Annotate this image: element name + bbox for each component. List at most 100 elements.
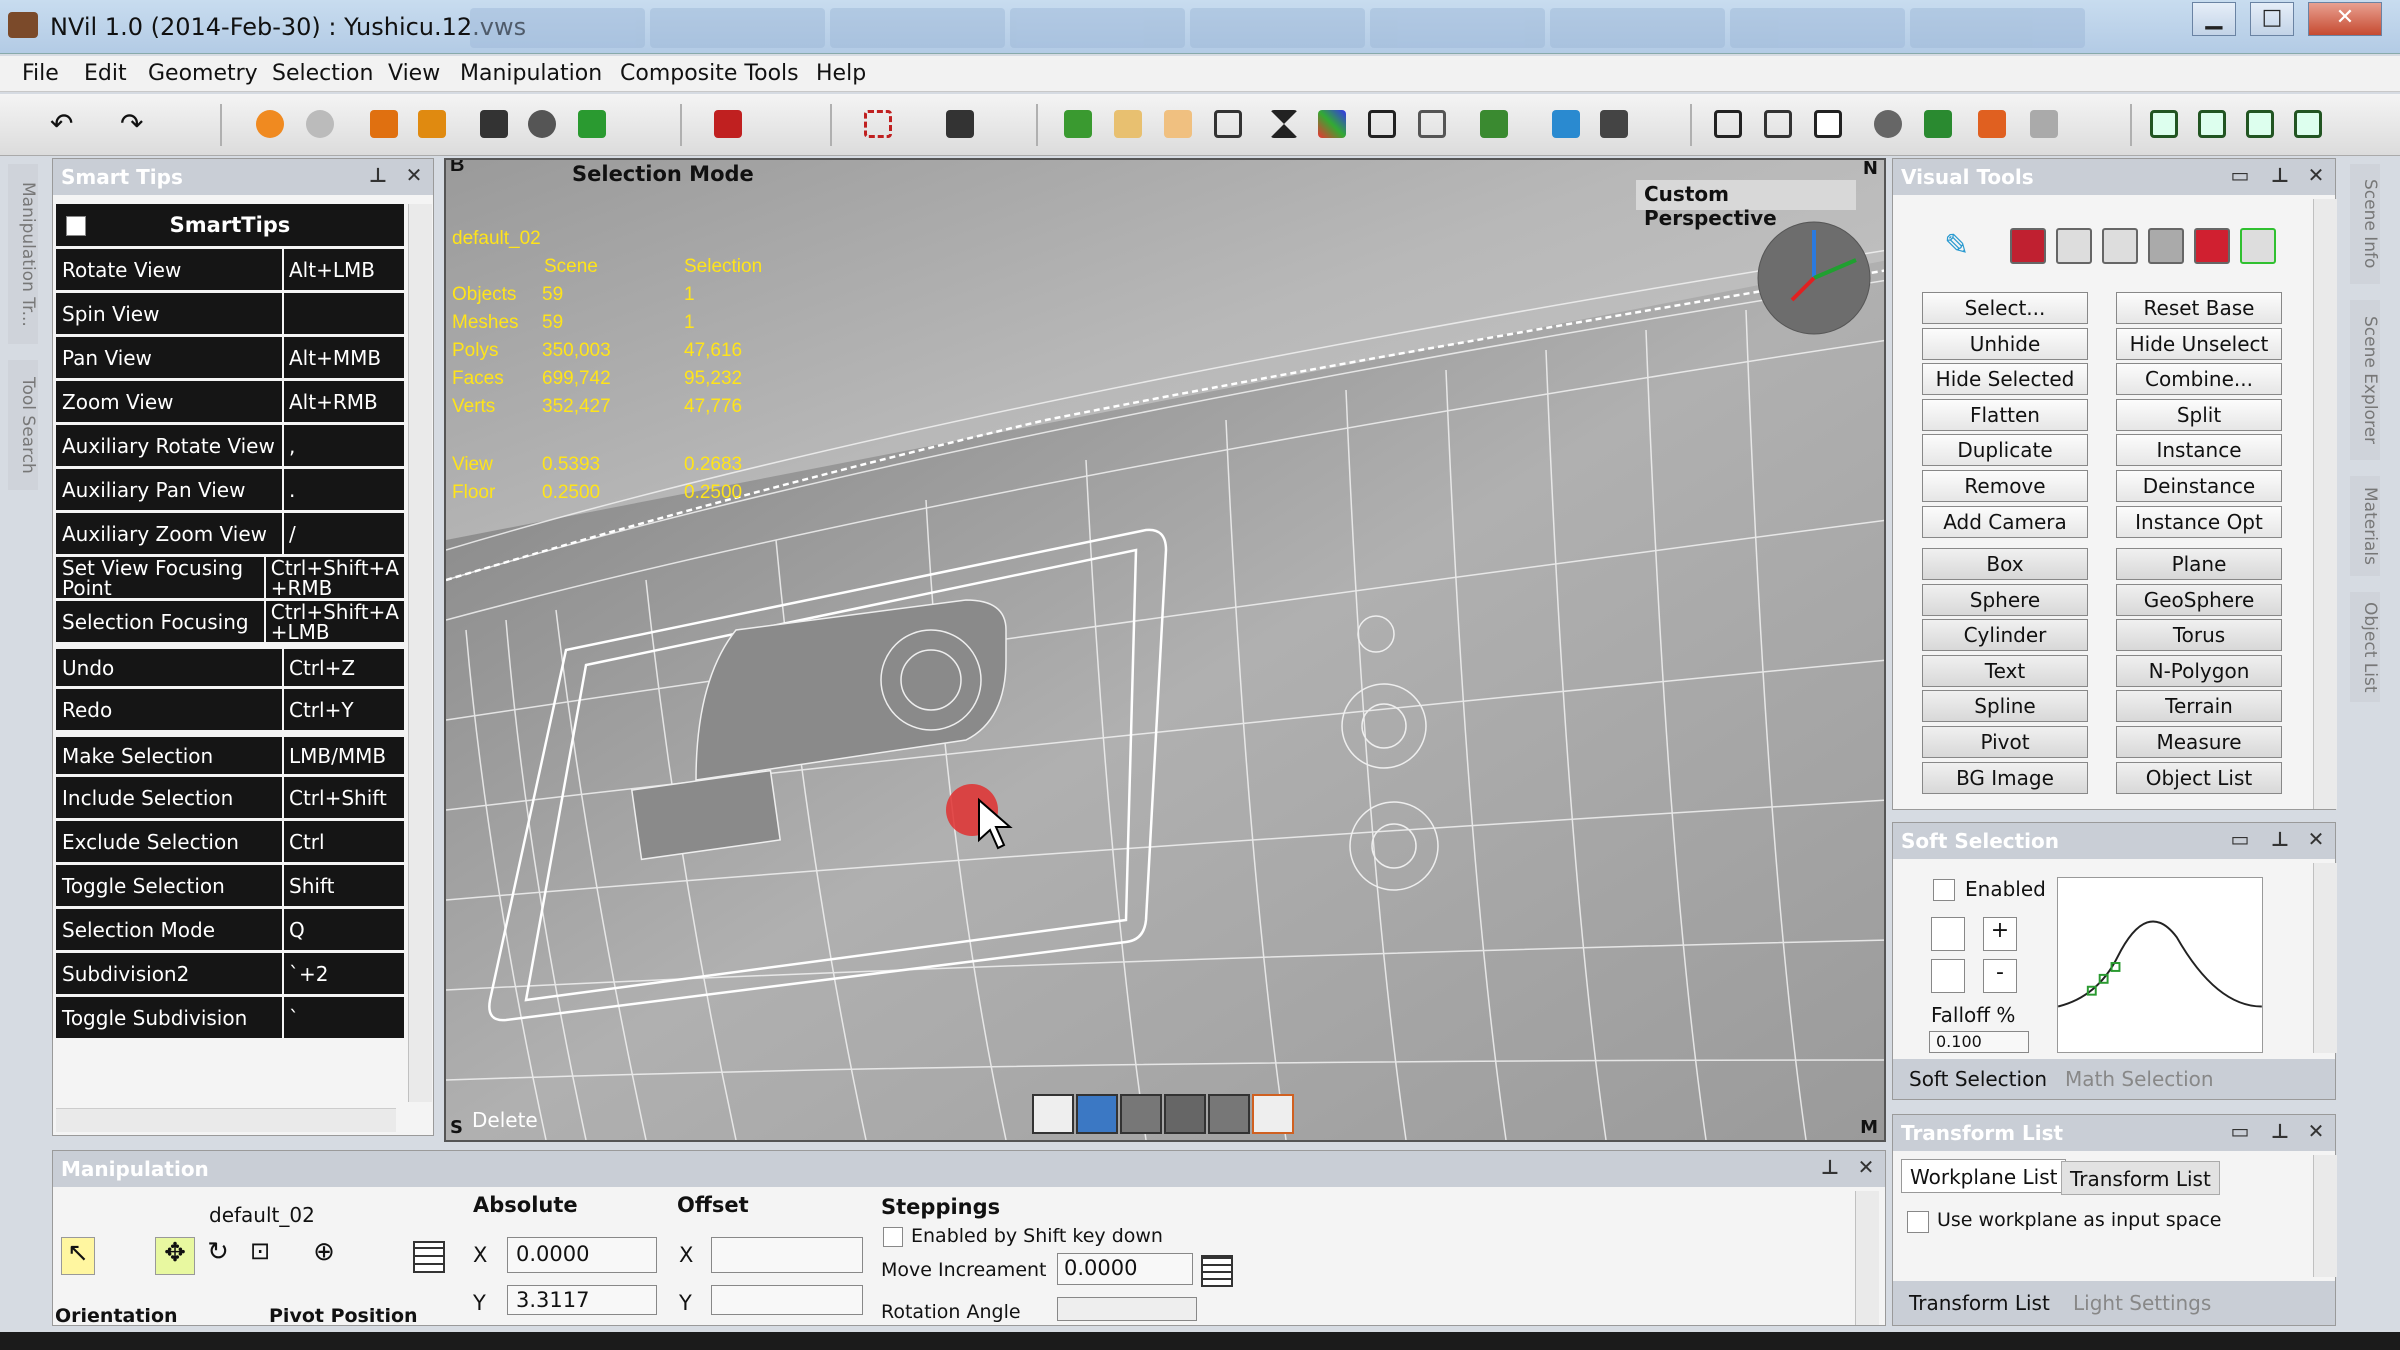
undo-icon[interactable]: ↶ [50,110,78,138]
fire-icon[interactable] [1978,110,2006,138]
pin-icon[interactable] [1600,110,1628,138]
subdiv-toggle-icon[interactable] [1208,1094,1250,1134]
wire-cube-icon[interactable] [2056,228,2092,264]
grid-snap-icon[interactable] [413,1241,445,1273]
save-as-icon[interactable] [2198,110,2226,138]
smart-tip-row[interactable]: Auxiliary Zoom View / [56,510,404,554]
pen-icon[interactable]: ✎ [1944,228,1980,264]
smart-tip-row[interactable]: Selection Focusing Ctrl+Shift+A +LMB [56,598,404,642]
scale-icon[interactable]: ⊡ [243,1237,277,1275]
smart-tips-scrollbar[interactable] [408,204,432,1102]
visual-tool-button[interactable]: Duplicate [1922,434,2088,467]
side-tab-manipulation[interactable]: Manipulation Tr... [8,164,38,344]
minimize-button[interactable]: ▁ [2192,2,2236,36]
pivot-icon[interactable]: ⊕ [307,1237,341,1275]
import-icon[interactable] [2294,110,2322,138]
image-toggle-icon[interactable] [1252,1094,1294,1134]
smart-tip-row[interactable]: Spin View [56,290,404,334]
shade-toggle-icon[interactable] [1076,1094,1118,1134]
visual-tools-scrollbar[interactable] [2313,199,2337,809]
menu-file[interactable]: File [22,61,59,86]
move-icon[interactable]: ✥ [155,1237,195,1275]
quad-view-icon[interactable] [1418,110,1446,138]
pin-icon[interactable]: ⊥ [367,163,389,189]
smart-tip-row[interactable]: Auxiliary Pan View. [56,466,404,510]
tab-transform-list-inner[interactable]: Transform List [2061,1161,2220,1195]
refresh-icon[interactable] [528,110,556,138]
smart-tip-row[interactable]: Set View Focusing Point Ctrl+Shift+A +RMB [56,554,404,598]
visual-tool-button[interactable]: Flatten [1922,398,2088,431]
menu-help[interactable]: Help [816,61,866,86]
restore-icon[interactable]: ▭ [2229,1119,2251,1145]
close-button[interactable]: ✕ [2308,2,2382,36]
visual-tool-button[interactable]: Sphere [1922,583,2088,616]
smart-tip-row[interactable]: Subdivision2 `+2 [56,950,404,994]
tab-workplane-list[interactable]: Workplane List [1901,1159,2067,1193]
move-increment-field[interactable]: 0.0000 [1057,1253,1193,1285]
off-y-field[interactable] [711,1285,863,1315]
rotation-angle-field[interactable] [1057,1297,1197,1321]
visual-tool-button[interactable]: Cylinder [1922,619,2088,652]
tab-transform-list[interactable]: Transform List [1901,1286,2058,1320]
side-tab-tool-search[interactable]: Tool Search [8,360,38,490]
smart-tip-row[interactable]: Redo Ctrl+Y [56,686,404,730]
smart-tip-row[interactable]: Include Selection Ctrl+Shift [56,774,404,818]
visual-tool-button[interactable]: Instance [2116,434,2282,467]
grid-view-icon[interactable] [1368,110,1396,138]
visual-tool-button[interactable]: Reset Base [2116,292,2282,324]
redo-icon[interactable]: ↷ [120,110,148,138]
frame-selected-icon[interactable] [1764,110,1792,138]
visual-tool-button[interactable]: Object List [2116,761,2282,794]
visual-tool-button[interactable]: Unhide [1922,327,2088,360]
soft-enabled-checkbox[interactable] [1933,879,1955,901]
smart-tip-row[interactable]: Auxiliary Rotate View, [56,422,404,466]
smart-tip-row[interactable]: Zoom View Alt+RMB [56,378,404,422]
visual-tool-button[interactable]: Text [1922,654,2088,687]
misc-icon[interactable] [2030,110,2058,138]
smart-tip-row[interactable]: Rotate View Alt+LMB [56,246,404,290]
pin-icon[interactable]: ⊥ [1819,1155,1841,1181]
solid-cube-icon[interactable] [2148,228,2184,264]
shade-sphere-icon[interactable] [256,110,284,138]
object-icon[interactable] [1214,110,1242,138]
visual-tool-button[interactable]: Terrain [2116,690,2282,723]
smart-tip-row[interactable]: Exclude Selection Ctrl [56,818,404,862]
export-icon[interactable] [2246,110,2274,138]
close-icon[interactable]: ✕ [403,163,425,189]
object-cube-icon[interactable] [2240,228,2276,264]
pen-icon[interactable] [1552,110,1580,138]
linear-curve-icon[interactable] [1931,917,1965,951]
menu-view[interactable]: View [388,61,440,86]
close-icon[interactable]: ✕ [2305,163,2327,189]
poly-toggle-icon[interactable] [1164,1094,1206,1134]
smart-tip-row[interactable]: Pan View Alt+MMB [56,334,404,378]
smooth-curve-icon[interactable] [1931,959,1965,993]
plus-button[interactable]: + [1983,917,2017,951]
camera-label[interactable]: Custom Perspective [1636,180,1856,230]
increment-grid-icon[interactable] [1201,1255,1233,1287]
smart-tip-row[interactable]: Toggle Subdivision ` [56,994,404,1038]
visual-tool-button[interactable]: Measure [2116,726,2282,758]
pin-icon[interactable]: ⊥ [2269,1119,2291,1145]
smart-tips-hscrollbar[interactable] [56,1108,396,1132]
visual-tool-button[interactable]: Spline [1922,690,2088,723]
restore-icon[interactable]: ▭ [2229,827,2251,853]
close-icon[interactable]: ✕ [1855,1155,1877,1181]
smart-tip-row[interactable]: Selection Mode Q [56,906,404,950]
visual-tool-button[interactable]: Remove [1922,470,2088,502]
grid-icon[interactable] [480,110,508,138]
visual-tool-button[interactable]: Hide Selected [1922,363,2088,396]
globe-icon[interactable] [1874,110,1902,138]
hourglass-icon[interactable] [1270,110,1298,138]
grid-toggle-icon[interactable] [1032,1094,1074,1134]
visual-tool-button[interactable]: Split [2116,398,2282,431]
visual-tool-button[interactable]: N-Polygon [2116,654,2282,687]
side-tab-scene-explorer[interactable]: Scene Explorer [2350,300,2380,460]
visual-tool-button[interactable]: Combine... [2116,363,2282,396]
edge-icon[interactable] [1114,110,1142,138]
off-x-field[interactable] [711,1237,863,1273]
side-tab-object-list[interactable]: Object List [2350,592,2380,702]
vertex-icon[interactable] [1064,110,1092,138]
menu-edit[interactable]: Edit [84,61,127,86]
smart-tip-row[interactable]: Toggle Selection Shift [56,862,404,906]
